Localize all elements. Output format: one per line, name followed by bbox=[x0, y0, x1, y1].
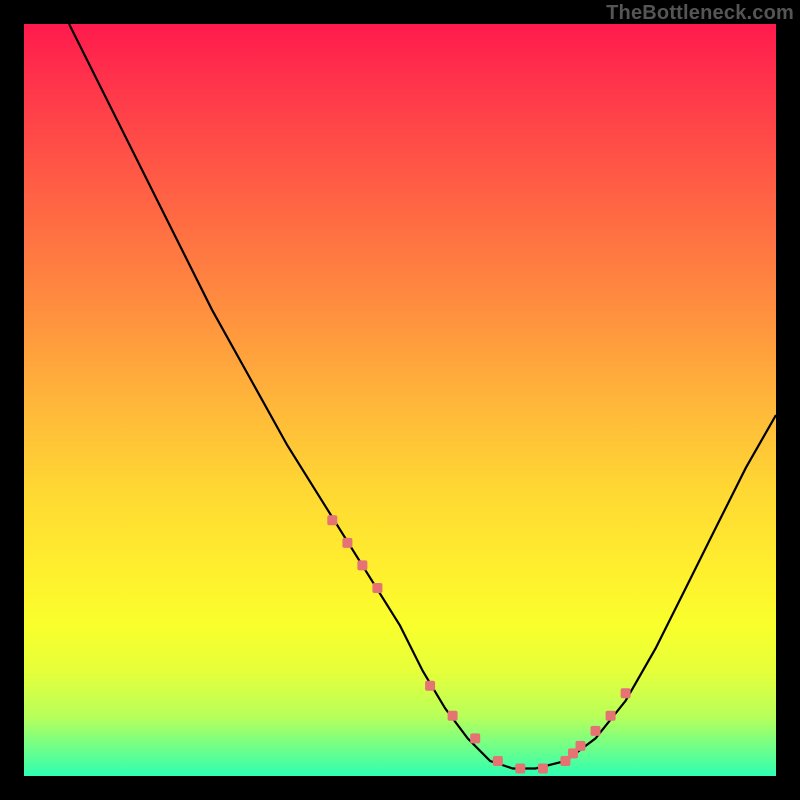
marker-dot bbox=[357, 560, 367, 570]
marker-dot bbox=[448, 711, 458, 721]
chart-frame: TheBottleneck.com bbox=[0, 0, 800, 800]
highlight-markers bbox=[327, 515, 630, 773]
marker-dot bbox=[493, 756, 503, 766]
marker-dot bbox=[342, 538, 352, 548]
marker-dot bbox=[621, 688, 631, 698]
bottleneck-curve bbox=[69, 24, 776, 769]
marker-dot bbox=[538, 764, 548, 774]
marker-dot bbox=[606, 711, 616, 721]
marker-dot bbox=[515, 764, 525, 774]
marker-dot bbox=[425, 681, 435, 691]
marker-dot bbox=[470, 733, 480, 743]
marker-dot bbox=[591, 726, 601, 736]
marker-dot bbox=[576, 741, 586, 751]
marker-dot bbox=[372, 583, 382, 593]
plot-area bbox=[24, 24, 776, 776]
chart-svg bbox=[24, 24, 776, 776]
marker-dot bbox=[327, 515, 337, 525]
watermark-text: TheBottleneck.com bbox=[606, 2, 794, 25]
